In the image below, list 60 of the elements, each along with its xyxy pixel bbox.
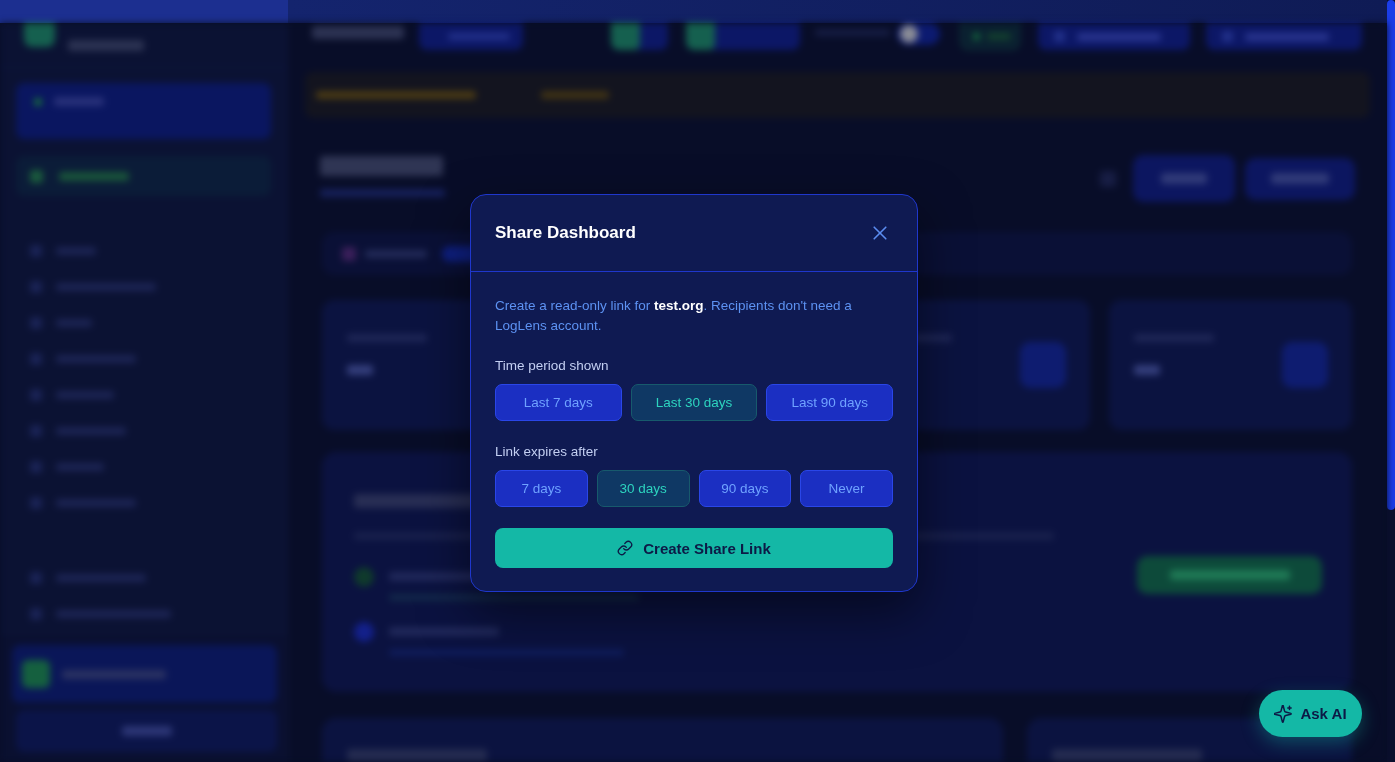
blurred-text: [121, 726, 172, 736]
choice-button[interactable]: 90 days: [698, 470, 792, 507]
blurred-button[interactable]: [686, 23, 800, 50]
blurred-button[interactable]: [1206, 23, 1362, 50]
blurred-square-icon: [30, 497, 42, 509]
blurred-button[interactable]: [16, 710, 277, 752]
blurred-text: [541, 91, 609, 99]
link-icon: [617, 540, 634, 556]
blurred-square-icon: [1019, 342, 1066, 388]
blurred-text: [1271, 173, 1329, 184]
blurred-button[interactable]: [1245, 157, 1355, 200]
ask-ai-button[interactable]: Ask AI: [1259, 690, 1362, 737]
sparkle-icon: [1274, 704, 1293, 723]
blurred-square-icon: [30, 281, 42, 293]
blurred-square-icon: [30, 461, 42, 473]
close-icon: [873, 226, 887, 240]
choice-button[interactable]: 30 days: [596, 470, 690, 507]
blurred-dot-icon: [354, 622, 374, 642]
blurred-text: [365, 249, 427, 258]
blurred-text: [1161, 173, 1207, 184]
blurred-text: [59, 171, 129, 181]
blurred-square-icon: [30, 317, 42, 329]
choice-button[interactable]: Last 90 days: [766, 384, 893, 421]
blurred-button[interactable]: [1137, 556, 1322, 594]
dialog-title: Share Dashboard: [495, 222, 636, 244]
tile-icon: [686, 23, 715, 50]
blurred-square-icon: [342, 246, 356, 261]
blurred-square-icon: [30, 425, 42, 437]
create-share-link-button[interactable]: Create Share Link: [495, 528, 893, 568]
blurred-button[interactable]: [1038, 23, 1190, 50]
blurred-square-icon: [30, 245, 42, 257]
toggle-switch[interactable]: [897, 23, 940, 45]
scrollbar-thumb[interactable]: [1387, 0, 1395, 510]
blurred-square-icon: [30, 353, 42, 365]
blurred-button[interactable]: [611, 23, 668, 50]
blurred-button[interactable]: [419, 23, 523, 50]
choice-button[interactable]: 7 days: [495, 470, 588, 507]
blurred-text: [1133, 365, 1160, 375]
logo-tile: [24, 23, 55, 47]
blurred-card[interactable]: [16, 83, 271, 139]
blurred-square-icon: [30, 608, 42, 620]
choice-button[interactable]: Never: [800, 470, 893, 507]
dialog-description: Create a read-only link for test.org. Recipients don't need a LogLens account.: [495, 297, 853, 335]
field-label: Link expires after: [495, 443, 599, 461]
blurred-dot-icon: [34, 98, 42, 106]
blurred-square-icon: [1282, 342, 1328, 388]
blurred-square-icon: [30, 572, 42, 584]
tile-icon: [611, 23, 640, 50]
blurred-square-icon: [30, 169, 43, 183]
blurred-button[interactable]: [1133, 155, 1235, 202]
blurred-dot-icon: [354, 567, 374, 587]
blurred-card[interactable]: [12, 645, 277, 703]
blurred-text: [347, 365, 373, 375]
blurred-square-icon: [1100, 170, 1116, 187]
blurred-square-icon: [30, 389, 42, 401]
blurred-square-icon: [22, 660, 50, 688]
blurred-button[interactable]: [960, 23, 1020, 50]
choice-button[interactable]: Last 30 days: [630, 384, 758, 421]
field-label: Time period shown: [495, 357, 610, 375]
choice-button[interactable]: Last 7 days: [495, 384, 622, 421]
